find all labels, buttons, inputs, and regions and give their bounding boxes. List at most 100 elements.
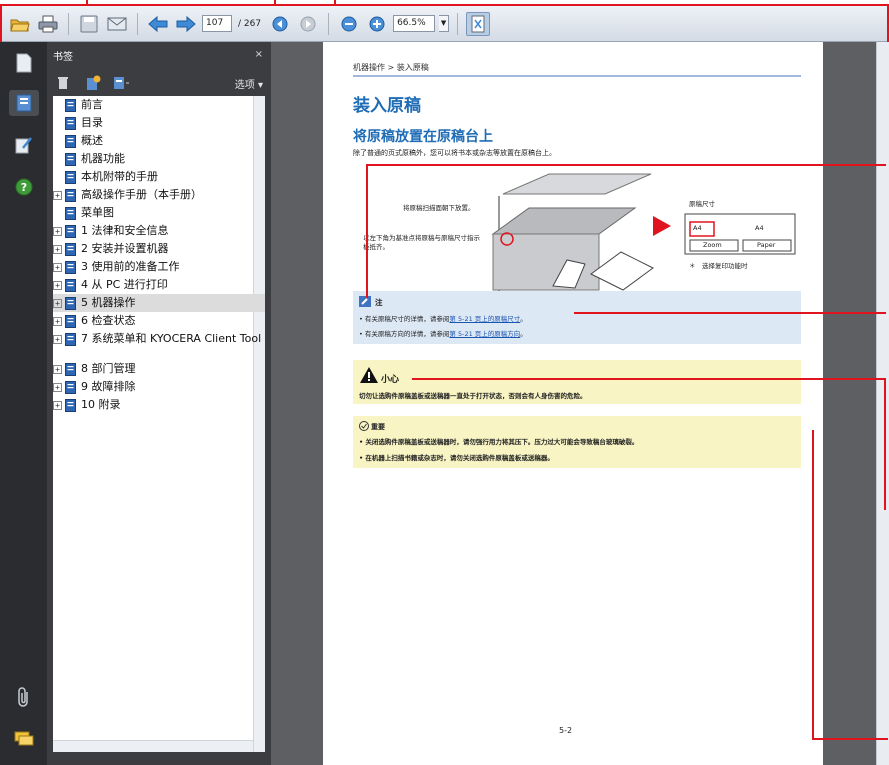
- important-box: 重要 • 关闭选购件原稿盖板或送稿器时，请勿强行用力将其压下。压力过大可能会导致…: [353, 416, 801, 468]
- expand-icon[interactable]: +: [53, 263, 62, 272]
- bookmark-doc-icon: [65, 116, 81, 133]
- important-line-1: • 关闭选购件原稿盖板或送稿器时，请勿强行用力将其压下。压力过大可能会导致稿台玻…: [359, 438, 639, 446]
- main-toolbar: 107 / 267 66.5% ▼: [0, 6, 889, 42]
- bookmark-item[interactable]: +1 法律和安全信息: [53, 222, 265, 240]
- note-line-1: • 有关原稿尺寸的详情，请参阅第 5-21 页上的原稿尺寸。: [359, 313, 527, 323]
- zoom-out-icon[interactable]: [337, 12, 361, 36]
- bookmark-doc-icon: [65, 362, 81, 379]
- expand-icon[interactable]: +: [53, 299, 62, 308]
- annotation-line: [812, 430, 814, 740]
- bookmark-doc-icon: [65, 278, 81, 295]
- copier-drawing: [491, 173, 796, 294]
- bookmark-doc-icon: [65, 206, 81, 223]
- note-2-suffix: 。: [520, 330, 527, 338]
- bookmark-label: 概述: [81, 134, 103, 147]
- bookmark-options-icon[interactable]: [113, 75, 131, 91]
- annotation-line: [574, 312, 886, 314]
- annotation-line: [274, 0, 276, 6]
- bookmark-item[interactable]: 菜单图: [53, 204, 265, 222]
- bookmark-item[interactable]: +10 附录: [53, 396, 265, 414]
- page-number-input[interactable]: 107: [202, 15, 232, 32]
- bookmark-label: 前言: [81, 98, 103, 111]
- bookmark-label: 2 安装并设置机器: [81, 242, 169, 255]
- bookmark-item[interactable]: +7 系统菜单和 KYOCERA Client Tool: [53, 330, 265, 360]
- expand-icon[interactable]: +: [53, 401, 62, 410]
- expand-icon[interactable]: +: [53, 365, 62, 374]
- expand-icon[interactable]: +: [53, 281, 62, 290]
- bookmark-label: 1 法律和安全信息: [81, 224, 169, 237]
- section-title: 将原稿放置在原稿台上: [353, 129, 493, 145]
- document-view: 机器操作 > 装入原稿 装入原稿 将原稿放置在原稿台上 除了普通的页式原稿外，您…: [271, 42, 876, 765]
- note-box: 注 • 有关原稿尺寸的详情，请参阅第 5-21 页上的原稿尺寸。 • 有关原稿方…: [353, 291, 801, 344]
- circle-right-icon[interactable]: [296, 12, 320, 36]
- bookmark-item[interactable]: 概述: [53, 132, 265, 150]
- bookmarks-panel-icon[interactable]: [9, 90, 39, 116]
- fit-page-icon[interactable]: [466, 11, 491, 36]
- link-original-orientation[interactable]: 第 5-21 页上的原稿方向: [449, 330, 520, 338]
- annotation-line: [366, 164, 886, 166]
- bookmark-label: 本机附带的手册: [81, 170, 158, 183]
- expand-icon[interactable]: +: [53, 191, 62, 200]
- caution-box: 小心 切勿让选购件原稿盖板或送稿器一直处于打开状态，否则会有人身伤害的危险。: [353, 360, 801, 404]
- arrow-left-icon[interactable]: [146, 12, 170, 36]
- bookmark-doc-icon: [65, 260, 81, 277]
- bookmark-doc-icon: [65, 398, 81, 415]
- expand-icon[interactable]: +: [53, 335, 62, 344]
- bookmark-item[interactable]: +5 机器操作: [53, 294, 265, 312]
- help-icon[interactable]: ?: [11, 174, 37, 200]
- chevron-down-icon[interactable]: ▼: [439, 15, 450, 32]
- document-scrollbar[interactable]: [876, 42, 889, 765]
- paperclip-icon[interactable]: [11, 684, 37, 710]
- close-icon[interactable]: ×: [255, 49, 263, 60]
- zoom-level-input[interactable]: 66.5%: [393, 15, 436, 32]
- annotation-line: [86, 0, 88, 6]
- zoom-in-icon[interactable]: [365, 12, 389, 36]
- bookmark-item[interactable]: + 高级操作手册（本手册）: [53, 186, 265, 204]
- expand-icon[interactable]: +: [53, 383, 62, 392]
- bookmark-doc-icon: [65, 188, 81, 205]
- bookmark-label: 6 检查状态: [81, 314, 136, 327]
- annotation-line: [0, 4, 889, 6]
- annotation-line: [884, 378, 886, 510]
- bookmark-tree: 前言 目录 概述 机器功能 本机附带的手册 + 高级操作手册（本手册） 菜单图 +1 法律和安全…: [53, 96, 265, 752]
- bookmarks-panel: 书签 × 选项 ▾ 前言目录概述机器功能本机附带的手册 + 高级操作手册（本手册） 菜…: [47, 42, 271, 765]
- expand-icon[interactable]: +: [53, 245, 62, 254]
- bookmark-item[interactable]: 本机附带的手册: [53, 168, 265, 186]
- comment-icon[interactable]: [11, 726, 37, 752]
- circle-left-icon[interactable]: [268, 12, 292, 36]
- expand-icon[interactable]: +: [53, 227, 62, 236]
- bookmark-item[interactable]: 前言: [53, 96, 265, 114]
- options-menu-button[interactable]: 选项 ▾: [235, 76, 263, 91]
- bookmark-item[interactable]: +4 从 PC 进行打印: [53, 276, 265, 294]
- bookmark-item[interactable]: +2 安装并设置机器: [53, 240, 265, 258]
- expand-icon[interactable]: +: [53, 317, 62, 326]
- link-original-size[interactable]: 第 5-21 页上的原稿尺寸: [449, 315, 520, 323]
- save-icon[interactable]: [77, 12, 101, 36]
- note-icon: [359, 296, 371, 307]
- bookmarks-title: 书签: [53, 51, 73, 63]
- open-folder-icon[interactable]: [8, 12, 32, 36]
- sign-icon[interactable]: [11, 132, 37, 158]
- bookmark-item[interactable]: 机器功能: [53, 150, 265, 168]
- printer-icon[interactable]: [36, 12, 60, 36]
- bookmark-item[interactable]: +3 使用前的准备工作: [53, 258, 265, 276]
- new-bookmark-icon[interactable]: [85, 75, 101, 91]
- annotation-line: [0, 4, 2, 44]
- bookmark-item[interactable]: 目录: [53, 114, 265, 132]
- important-line-2: • 在机器上扫描书籍或杂志时，请勿关闭选购件原稿盖板或送稿器。: [359, 454, 554, 462]
- bookmark-item[interactable]: +6 检查状态: [53, 312, 265, 330]
- toolbar-separator: [68, 12, 69, 35]
- trash-icon[interactable]: [57, 76, 69, 90]
- pages-panel-icon[interactable]: [11, 50, 37, 76]
- bookmark-label: 3 使用前的准备工作: [81, 260, 180, 273]
- bookmark-item[interactable]: +8 部门管理: [53, 360, 265, 378]
- page-number: 5-2: [559, 726, 573, 735]
- horizontal-scrollbar[interactable]: [53, 740, 253, 752]
- document-page: 机器操作 > 装入原稿 装入原稿 将原稿放置在原稿台上 除了普通的页式原稿外，您…: [323, 42, 823, 765]
- arrow-right-icon[interactable]: [174, 12, 198, 36]
- email-icon[interactable]: [105, 12, 129, 36]
- note-title: 注: [375, 298, 383, 307]
- panel-paper: Paper: [757, 241, 776, 249]
- bookmark-label: 4 从 PC 进行打印: [81, 278, 168, 291]
- bookmark-item[interactable]: +9 故障排除: [53, 378, 265, 396]
